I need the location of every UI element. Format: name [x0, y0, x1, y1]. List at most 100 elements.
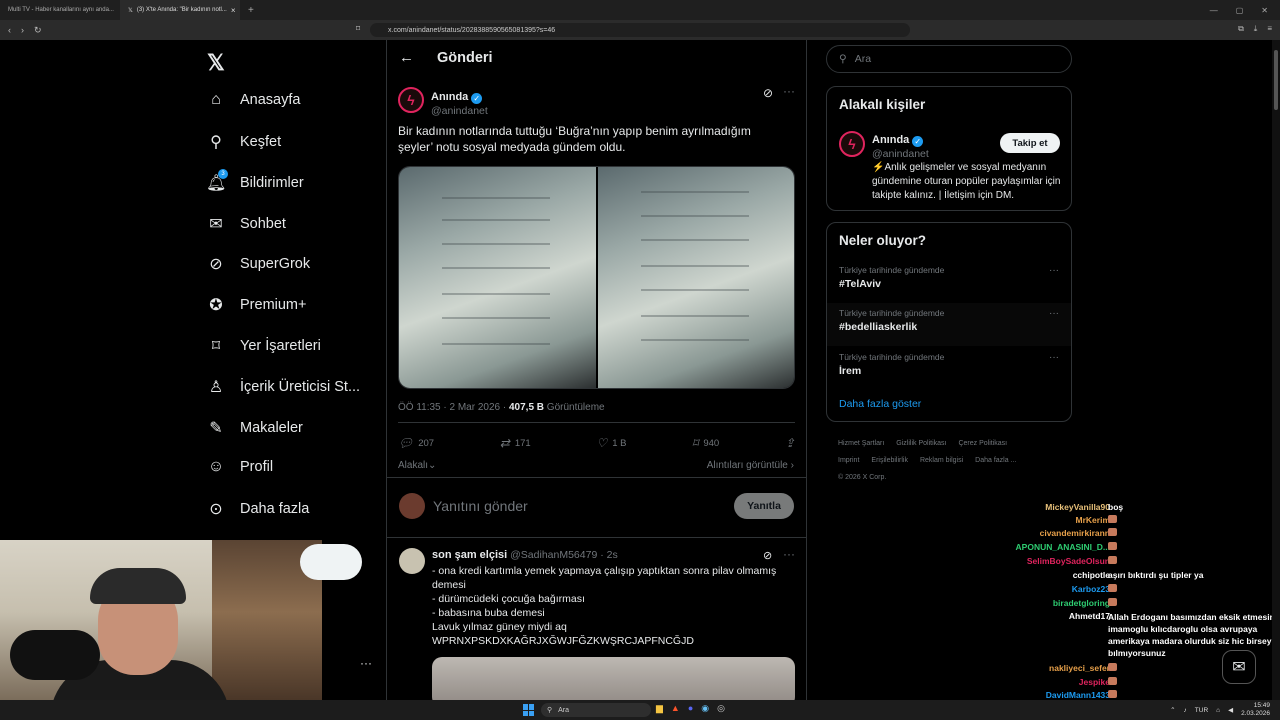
media-image-left[interactable]	[399, 167, 596, 388]
avatar[interactable]: ϟ	[839, 131, 865, 157]
like-count: 1 B	[612, 437, 627, 449]
scrollbar[interactable]	[1272, 40, 1280, 700]
bookmark-page-icon[interactable]: ⌑	[356, 24, 360, 33]
like-action[interactable]: ♡ 1 B	[596, 436, 626, 450]
search-icon: ⚲	[210, 134, 222, 151]
reload-icon[interactable]: ↻	[34, 25, 42, 36]
close-window-icon[interactable]: ✕	[1261, 6, 1268, 15]
related-bio: ⚡Anlık gelişmeler ve sosyal medyanın gün…	[872, 162, 1061, 201]
reply-action[interactable]: 💬︎ 207	[398, 436, 434, 450]
retweet-action[interactable]: ⇄ 171	[500, 436, 531, 450]
nav-item-more[interactable]: ⊙ Daha fazla	[206, 499, 309, 519]
trend-item[interactable]: Türkiye tarihinde gündemde #bedelliaskerl…	[827, 303, 1071, 346]
start-icon[interactable]	[523, 704, 535, 716]
new-tab-button[interactable]: +	[240, 5, 262, 16]
reply-author[interactable]: son şam elçisi @SadihanM56479 · 2s	[432, 549, 618, 561]
reply-input[interactable]: Yanıtını gönder	[433, 498, 528, 514]
view-count: 407,5 B	[508, 402, 545, 413]
panel-title: Alakalı kişiler	[839, 97, 926, 112]
volume-icon[interactable]: ◀	[1228, 706, 1233, 714]
maximize-icon[interactable]: ▢	[1236, 6, 1244, 15]
chat-message: aşırı bıktırdı şu tipler ya	[1108, 570, 1204, 580]
avatar[interactable]	[399, 548, 425, 574]
extensions-icon[interactable]: ⧉	[1238, 24, 1244, 34]
brave-icon[interactable]: ▲	[671, 703, 680, 714]
obs-icon[interactable]: ◎	[717, 703, 725, 714]
footer-link[interactable]: Reklam bilgisi	[920, 457, 963, 464]
emote-icon	[1108, 515, 1117, 523]
nav-item-supergrok[interactable]: ⊘ SuperGrok	[206, 254, 310, 274]
trend-item[interactable]: Türkiye tarihinde gündemde İrem ···	[827, 347, 1071, 390]
clock[interactable]: 15:49 2.03.2026	[1241, 702, 1270, 718]
share-action[interactable]: ⇪	[785, 436, 795, 450]
trend-item[interactable]: Türkiye tarihinde gündemde #TelAviv ···	[827, 260, 1071, 303]
chat-username: DavidMann1433	[1045, 690, 1110, 700]
tweet-media[interactable]	[398, 166, 795, 389]
taskbar-search[interactable]: ⚲ Ara	[541, 703, 651, 717]
close-tab-icon[interactable]: ×	[231, 6, 236, 15]
reply-button[interactable]: Yanıtla	[734, 493, 794, 519]
footer-link[interactable]: Imprint	[838, 457, 859, 464]
more-options-icon[interactable]: ···	[1049, 265, 1059, 276]
follow-button[interactable]: Takip et	[1000, 133, 1060, 153]
mail-icon: ✉	[209, 216, 223, 233]
view-quotes-link[interactable]: Alıntıları görüntüle ›	[707, 460, 794, 471]
reply-line: WPRNXPSKDXKAĞRJXĞWJFĞZKWŞRCJAPFNCĞJD	[432, 635, 694, 647]
footer-link[interactable]: Gizlilik Politikası	[896, 440, 946, 447]
avatar[interactable]: ϟ	[398, 87, 424, 113]
nav-item-premium[interactable]: ✪ Premium+	[206, 295, 306, 315]
nav-item-articles[interactable]: ✎ Makaleler	[206, 418, 303, 438]
media-image-right[interactable]	[597, 167, 794, 388]
minimize-icon[interactable]: —	[1210, 6, 1218, 15]
mic-icon[interactable]: ♪	[1184, 707, 1187, 714]
trend-context: Türkiye tarihinde gündemde	[839, 265, 945, 275]
chat-message: Allah Erdoganı basımızdan eksik etmesin …	[1108, 612, 1275, 658]
files-icon[interactable]: ▆	[656, 703, 663, 714]
search-input[interactable]: ⚲ Ara	[826, 45, 1072, 73]
browser-tab[interactable]: Multi TV - Haber kanallarını aynı anda..…	[0, 0, 120, 20]
more-options-icon[interactable]: ···	[1049, 308, 1059, 319]
tweet-author[interactable]: Anında ✓ @anindanet	[431, 87, 488, 117]
download-icon[interactable]: ⤓	[1254, 24, 1258, 34]
more-options-icon[interactable]: ···	[783, 84, 795, 98]
show-more-link[interactable]: Daha fazla göster	[839, 398, 921, 410]
related-handle: @anindanet	[872, 148, 929, 160]
more-options-icon[interactable]: ···	[1049, 352, 1059, 363]
divider	[387, 477, 806, 478]
grok-icon[interactable]: ⊘	[763, 86, 773, 100]
forward-icon[interactable]: ›	[21, 25, 24, 36]
browser-toolbar: ‹ › ↻ ⌑ x.com/anindanet/status/202838859…	[0, 20, 1280, 40]
nav-item-home[interactable]: ⌂ Anasayfa	[206, 91, 300, 109]
nav-label: Yer İşaretleri	[240, 338, 321, 354]
back-arrow-icon[interactable]: ←	[399, 49, 414, 66]
account-menu-icon[interactable]: ···	[360, 656, 372, 670]
x-logo-icon[interactable]: 𝕏	[207, 50, 225, 76]
nav-item-profile[interactable]: ☺ Profil	[206, 458, 273, 476]
bookmark-action[interactable]: ⌑ 940	[692, 436, 719, 450]
language-indicator[interactable]: TUR	[1195, 707, 1208, 714]
browser-tab-active[interactable]: 𝕏 (3) X'te Anında: "Bir kadının notl... ×	[120, 0, 240, 20]
tray-chevron-icon[interactable]: ⌃	[1170, 706, 1175, 714]
menu-icon[interactable]: ≡	[1267, 24, 1272, 34]
nav-item-messages[interactable]: ✉ Sohbet	[206, 214, 286, 234]
steam-icon[interactable]: ◉	[701, 703, 709, 714]
nav-item-bookmarks[interactable]: ⌑ Yer İşaretleri	[206, 336, 321, 356]
related-user[interactable]: Anında ✓ @anindanet	[872, 130, 929, 160]
footer-link[interactable]: Daha fazla ...	[975, 457, 1016, 464]
nav-item-creator-studio[interactable]: ♙ İçerik Üreticisi St...	[206, 377, 360, 397]
post-button[interactable]	[300, 544, 362, 580]
messages-float-icon[interactable]: ✉	[1222, 650, 1256, 684]
more-options-icon[interactable]: ···	[783, 547, 795, 561]
back-icon[interactable]: ‹	[8, 25, 11, 36]
grok-icon[interactable]: ⊘	[763, 549, 772, 562]
footer-link[interactable]: Hizmet Şartları	[838, 440, 884, 447]
discord-icon[interactable]: ●	[688, 703, 693, 714]
footer-link[interactable]: Çerez Politikası	[958, 440, 1007, 447]
nav-label: SuperGrok	[240, 256, 311, 272]
network-icon[interactable]: ⌂	[1216, 707, 1220, 714]
footer-link[interactable]: Erişilebilirlik	[871, 457, 908, 464]
nav-item-explore[interactable]: ⚲ Keşfet	[206, 132, 281, 152]
address-bar[interactable]: x.com/anindanet/status/20283885905650813…	[370, 23, 910, 37]
nav-item-notifications[interactable]: 🔔︎ 3 Bildirimler	[206, 169, 304, 193]
sort-dropdown[interactable]: Alakalı⌄	[398, 460, 436, 471]
